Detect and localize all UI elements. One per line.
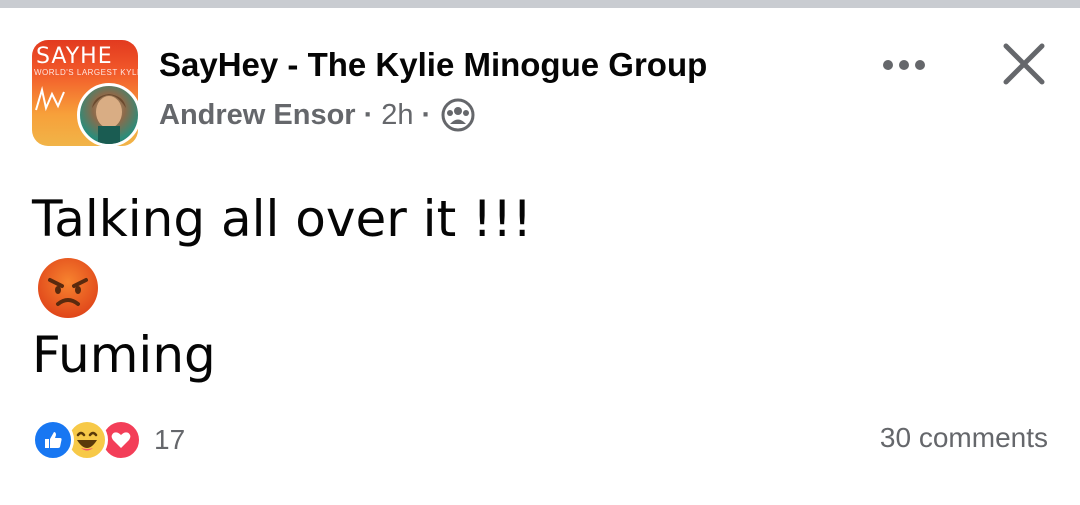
post-body-line-1: Talking all over it !!! (32, 190, 533, 248)
thumbs-up-icon (45, 432, 62, 448)
avatar-logo-text: SAYHE (36, 44, 113, 69)
more-options-button[interactable] (876, 50, 932, 80)
more-dot (899, 60, 909, 70)
angry-face-emoji (38, 258, 98, 318)
post-header: SAYHE WORLD'S LARGEST KYLIE F SayHey - T… (32, 40, 1048, 148)
heart-icon (111, 432, 131, 448)
meta-separator: · (421, 98, 432, 131)
post-meta: Andrew Ensor · 2h · (159, 98, 475, 132)
group-icon (441, 98, 475, 132)
like-reaction-icon (32, 419, 74, 461)
top-divider-bar (0, 0, 1080, 8)
group-name-link[interactable]: SayHey - The Kylie Minogue Group (159, 46, 707, 84)
close-icon[interactable] (1000, 40, 1048, 88)
author-avatar[interactable] (77, 83, 141, 147)
comments-count-link[interactable]: 30 comments (880, 422, 1048, 454)
meta-separator: · (363, 98, 374, 131)
more-dot (915, 60, 925, 70)
author-name-link[interactable]: Andrew Ensor (159, 99, 356, 132)
avatar-sub-text: WORLD'S LARGEST KYLIE F (34, 68, 138, 77)
post-timestamp[interactable]: 2h (381, 99, 413, 132)
more-horizontal-icon (883, 60, 893, 70)
reactions-summary[interactable]: 17 (32, 418, 185, 462)
post-body-line-2: Fuming (32, 326, 216, 384)
laughing-face-icon (76, 431, 98, 451)
reaction-count[interactable]: 17 (154, 424, 185, 456)
author-photo-graphic (92, 94, 126, 144)
